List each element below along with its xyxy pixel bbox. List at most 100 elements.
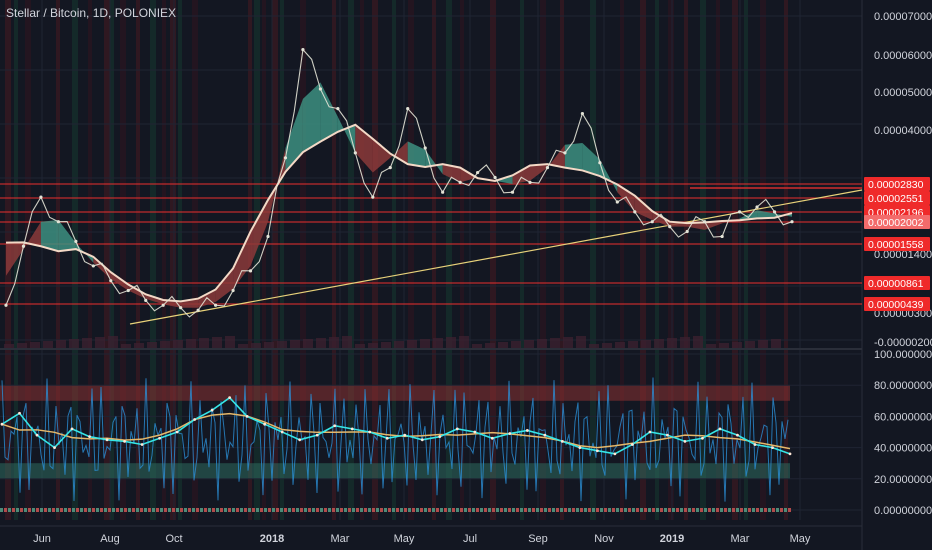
regime-shade-bar xyxy=(620,0,624,520)
signal-strip-mark xyxy=(64,508,67,512)
time-axis-tick-label: Mar xyxy=(331,533,350,545)
signal-strip-mark xyxy=(284,508,287,512)
signal-strip-mark xyxy=(724,508,727,512)
volume-bar xyxy=(69,339,79,348)
signal-strip-mark xyxy=(712,508,715,512)
osc-axis-tick-label: 0.00000000 xyxy=(874,505,932,517)
regime-shade-bar xyxy=(25,0,31,520)
signal-strip-mark xyxy=(148,508,151,512)
signal-strip-mark xyxy=(112,508,115,512)
volume-bar xyxy=(433,338,443,348)
signal-strip-mark xyxy=(616,508,619,512)
signal-strip-mark xyxy=(528,508,531,512)
price-data-point xyxy=(371,195,375,199)
osc-axis-tick-label: 60.00000000 xyxy=(874,411,932,423)
signal-strip-mark xyxy=(416,508,419,512)
regime-shade-bar xyxy=(332,0,336,520)
signal-strip-mark xyxy=(552,508,555,512)
oscillator-data-point xyxy=(631,443,634,446)
volume-bar xyxy=(82,338,92,348)
signal-strip-mark xyxy=(228,508,231,512)
oscillator-data-point xyxy=(403,433,407,437)
time-axis-tick-label: 2019 xyxy=(660,533,684,545)
price-data-point xyxy=(738,210,742,214)
volume-bar xyxy=(667,338,677,348)
osc-axis-tick-label: 40.00000000 xyxy=(874,443,932,455)
volume-bar xyxy=(225,336,235,348)
signal-strip-mark xyxy=(744,508,747,512)
signal-strip-mark xyxy=(708,508,711,512)
signal-strip-mark xyxy=(764,508,767,512)
signal-strip-mark xyxy=(328,508,331,512)
signal-strip-mark xyxy=(368,508,371,512)
signal-strip-mark xyxy=(336,508,339,512)
signal-strip-mark xyxy=(688,508,691,512)
volume-bar xyxy=(680,337,690,348)
volume-bar xyxy=(758,340,768,348)
time-axis-tick-label: Jun xyxy=(33,533,51,545)
volume-bar xyxy=(498,342,508,348)
oscillator-data-point xyxy=(543,433,547,437)
signal-strip-mark xyxy=(224,508,227,512)
signal-strip-mark xyxy=(296,508,299,512)
price-data-point xyxy=(56,220,61,224)
time-axis-tick-label: Sep xyxy=(528,533,548,545)
signal-strip-mark xyxy=(560,508,563,512)
oscillator-data-point xyxy=(648,430,652,434)
signal-strip-mark xyxy=(760,508,763,512)
signal-strip-mark xyxy=(344,508,347,512)
signal-strip-mark xyxy=(636,508,639,512)
signal-strip-mark xyxy=(232,508,235,512)
oscillator-data-point xyxy=(70,427,74,431)
price-level-tag-label: 0.00002551 xyxy=(868,193,924,205)
price-data-point xyxy=(755,205,759,209)
signal-strip-mark xyxy=(76,508,79,512)
signal-strip-mark xyxy=(260,508,263,512)
signal-strip-mark xyxy=(52,508,55,512)
price-data-point xyxy=(441,190,445,194)
signal-strip-mark xyxy=(640,508,643,512)
signal-strip-mark xyxy=(68,508,71,512)
signal-strip-mark xyxy=(164,508,167,512)
oscillator-data-point xyxy=(298,438,302,442)
oscillator-data-point xyxy=(88,435,91,439)
signal-strip-mark xyxy=(0,508,3,512)
signal-strip-mark xyxy=(784,508,787,512)
oscillator-data-point xyxy=(666,433,669,437)
volume-bar xyxy=(290,340,300,348)
signal-strip-mark xyxy=(700,508,703,512)
signal-strip-mark xyxy=(716,508,719,512)
signal-strip-mark xyxy=(120,508,123,512)
signal-strip-mark xyxy=(584,508,587,512)
oscillator-data-point xyxy=(473,430,477,434)
price-data-point xyxy=(91,264,95,268)
volume-bar xyxy=(589,344,599,348)
signal-strip-mark xyxy=(628,508,631,512)
price-data-point xyxy=(406,107,410,111)
signal-strip-mark xyxy=(664,508,667,512)
price-data-point xyxy=(720,234,724,239)
chart-canvas[interactable]: 0.00007000 0.00006000 0.00005000 0.00004000… xyxy=(0,0,932,550)
regime-shade-bar xyxy=(104,0,110,520)
signal-strip-mark xyxy=(28,508,31,512)
oscillator-data-point xyxy=(53,446,56,449)
signal-strip-mark xyxy=(288,508,291,512)
signal-strip-mark xyxy=(680,508,683,512)
price-data-point xyxy=(580,111,585,116)
signal-strip-mark xyxy=(696,508,699,512)
volume-bar xyxy=(654,339,664,348)
signal-strip-mark xyxy=(644,508,647,512)
signal-strip-mark xyxy=(736,508,739,512)
signal-strip-mark xyxy=(136,508,139,512)
signal-strip-mark xyxy=(304,508,307,512)
signal-strip-mark xyxy=(192,508,195,512)
volume-bar xyxy=(420,339,430,348)
price-data-point xyxy=(353,151,357,155)
signal-strip-mark xyxy=(184,508,187,512)
oscillator-data-point xyxy=(315,433,319,437)
volume-bar xyxy=(108,336,118,348)
signal-strip-mark xyxy=(80,508,83,512)
volume-bar xyxy=(303,339,313,348)
regime-shade-bar xyxy=(72,0,78,520)
oscillator-data-point xyxy=(263,422,267,426)
